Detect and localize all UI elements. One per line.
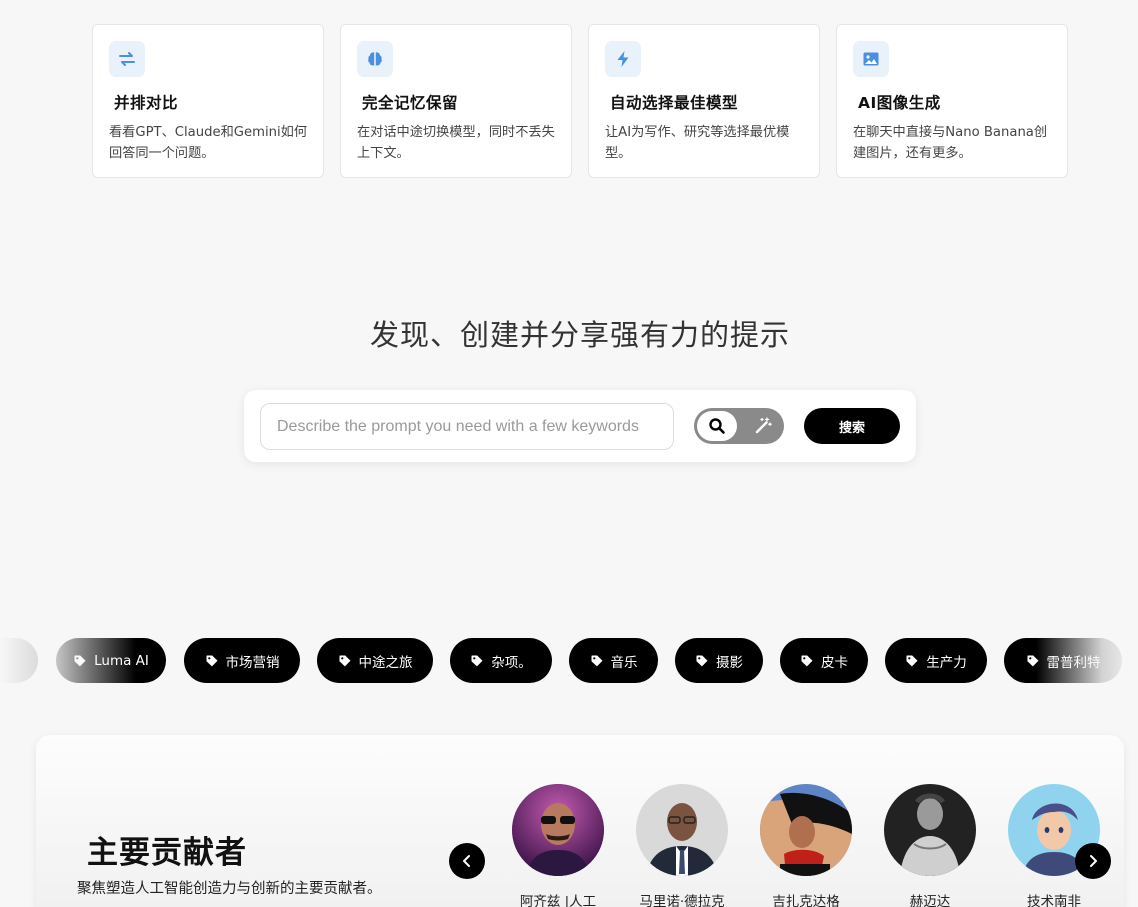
contributor-card[interactable]: 阿齐兹 |人工 (508, 784, 608, 907)
hero-title: 发现、创建并分享强有力的提示 (369, 318, 790, 352)
carousel-prev-button[interactable] (449, 843, 485, 879)
tag-label: Luma AI (94, 652, 149, 669)
tag-icon (339, 655, 350, 666)
feature-title: 自动选择最佳模型 (610, 94, 739, 112)
tag-label: 杂项。 (491, 654, 532, 671)
tag-icon (696, 655, 708, 666)
tag-label: 音乐 (610, 654, 638, 671)
swap-arrows-icon (109, 41, 145, 77)
brain-icon (357, 41, 393, 77)
tag-chip[interactable]: 中途之旅 (317, 638, 433, 683)
tag-icon (801, 655, 813, 666)
feature-desc: 让AI为写作、研究等选择最优模型。 (605, 125, 790, 161)
feature-card-memory[interactable]: 完全记忆保留 在对话中途切换模型，同时不丢失上下文。 (340, 24, 572, 178)
avatar (884, 784, 976, 876)
feature-card-compare[interactable]: 并排对比 看看GPT、Claude和Gemini如何回答同一个问题。 (92, 24, 324, 178)
avatar (636, 784, 728, 876)
tag-label: 中途之旅 (358, 654, 413, 671)
chevron-left-icon (463, 855, 470, 867)
tag-chip[interactable]: 摄影 (675, 638, 763, 683)
contributor-name: 阿齐兹 |人工 (519, 894, 597, 907)
lightning-icon (605, 41, 641, 77)
top-contributors-section: 主要贡献者 聚焦塑造人工智能创造力与创新的主要贡献者。 阿齐兹 |人工 马里诺·… (36, 735, 1124, 907)
contributor-name: 马里诺·德拉克 (639, 894, 725, 907)
tag-icon (591, 655, 602, 666)
tag-icon (1027, 655, 1038, 666)
feature-desc: 在对话中途切换模型，同时不丢失上下文。 (357, 125, 555, 161)
image-icon (853, 41, 889, 77)
contributor-card[interactable]: 吉扎克达格 (756, 784, 856, 907)
avatar (512, 784, 604, 876)
avatar (760, 784, 852, 876)
tag-icon (74, 655, 86, 666)
feature-desc: 看看GPT、Claude和Gemini如何回答同一个问题。 (109, 125, 308, 161)
tag-label: 市场营销 (225, 654, 280, 671)
contributor-name: 技术南非 (1027, 894, 1081, 907)
prompt-search-bar: 搜索 (244, 390, 916, 462)
carousel-next-button[interactable] (1075, 843, 1111, 879)
contributor-card[interactable]: 赫迈达 (880, 784, 980, 907)
tag-chip-partial[interactable] (0, 638, 38, 683)
tag-label: 生产力 (926, 654, 967, 671)
tag-icon (471, 655, 483, 666)
tag-chip[interactable]: 音乐 (569, 638, 658, 683)
feature-title: AI图像生成 (858, 94, 941, 112)
contributor-card[interactable]: 马里诺·德拉克 (632, 784, 732, 907)
tag-carousel: Luma AI 市场营销 中途之旅 杂项。 音乐 摄影 皮卡 生产力 雷普利特 (0, 638, 1138, 684)
section-title: 主要贡献者 (87, 835, 247, 871)
tag-chip[interactable]: Luma AI (56, 638, 166, 683)
tag-label: 摄影 (716, 654, 743, 671)
feature-card-image-gen[interactable]: AI图像生成 在聊天中直接与Nano Banana创建图片，还有更多。 (836, 24, 1068, 178)
feature-cards: 并排对比 看看GPT、Claude和Gemini如何回答同一个问题。 完全记忆保… (92, 24, 1068, 178)
contributor-name: 赫迈达 (909, 894, 951, 907)
tag-label: 雷普利特 (1046, 654, 1101, 671)
search-mode-toggle[interactable] (694, 408, 784, 444)
tag-icon (206, 655, 217, 666)
tag-label: 皮卡 (821, 654, 848, 671)
feature-title: 并排对比 (114, 94, 179, 112)
chevron-right-icon (1090, 855, 1097, 867)
tag-chip[interactable]: 雷普利特 (1004, 638, 1122, 683)
feature-card-auto-model[interactable]: 自动选择最佳模型 让AI为写作、研究等选择最优模型。 (588, 24, 820, 178)
tag-chip[interactable]: 杂项。 (450, 638, 552, 683)
tag-chip[interactable]: 皮卡 (780, 638, 868, 683)
tag-chip[interactable]: 生产力 (885, 638, 987, 683)
search-button[interactable]: 搜索 (804, 408, 900, 444)
section-subtitle: 聚焦塑造人工智能创造力与创新的主要贡献者。 (77, 881, 382, 897)
prompt-search-input[interactable] (260, 403, 674, 450)
tag-chip[interactable]: 市场营销 (184, 638, 300, 683)
contributor-name: 吉扎克达格 (772, 894, 840, 907)
feature-desc: 在聊天中直接与Nano Banana创建图片，还有更多。 (853, 125, 1048, 161)
magic-wand-icon[interactable] (752, 415, 774, 437)
feature-title: 完全记忆保留 (362, 94, 459, 112)
tag-icon (906, 655, 918, 666)
search-icon[interactable] (697, 411, 737, 441)
